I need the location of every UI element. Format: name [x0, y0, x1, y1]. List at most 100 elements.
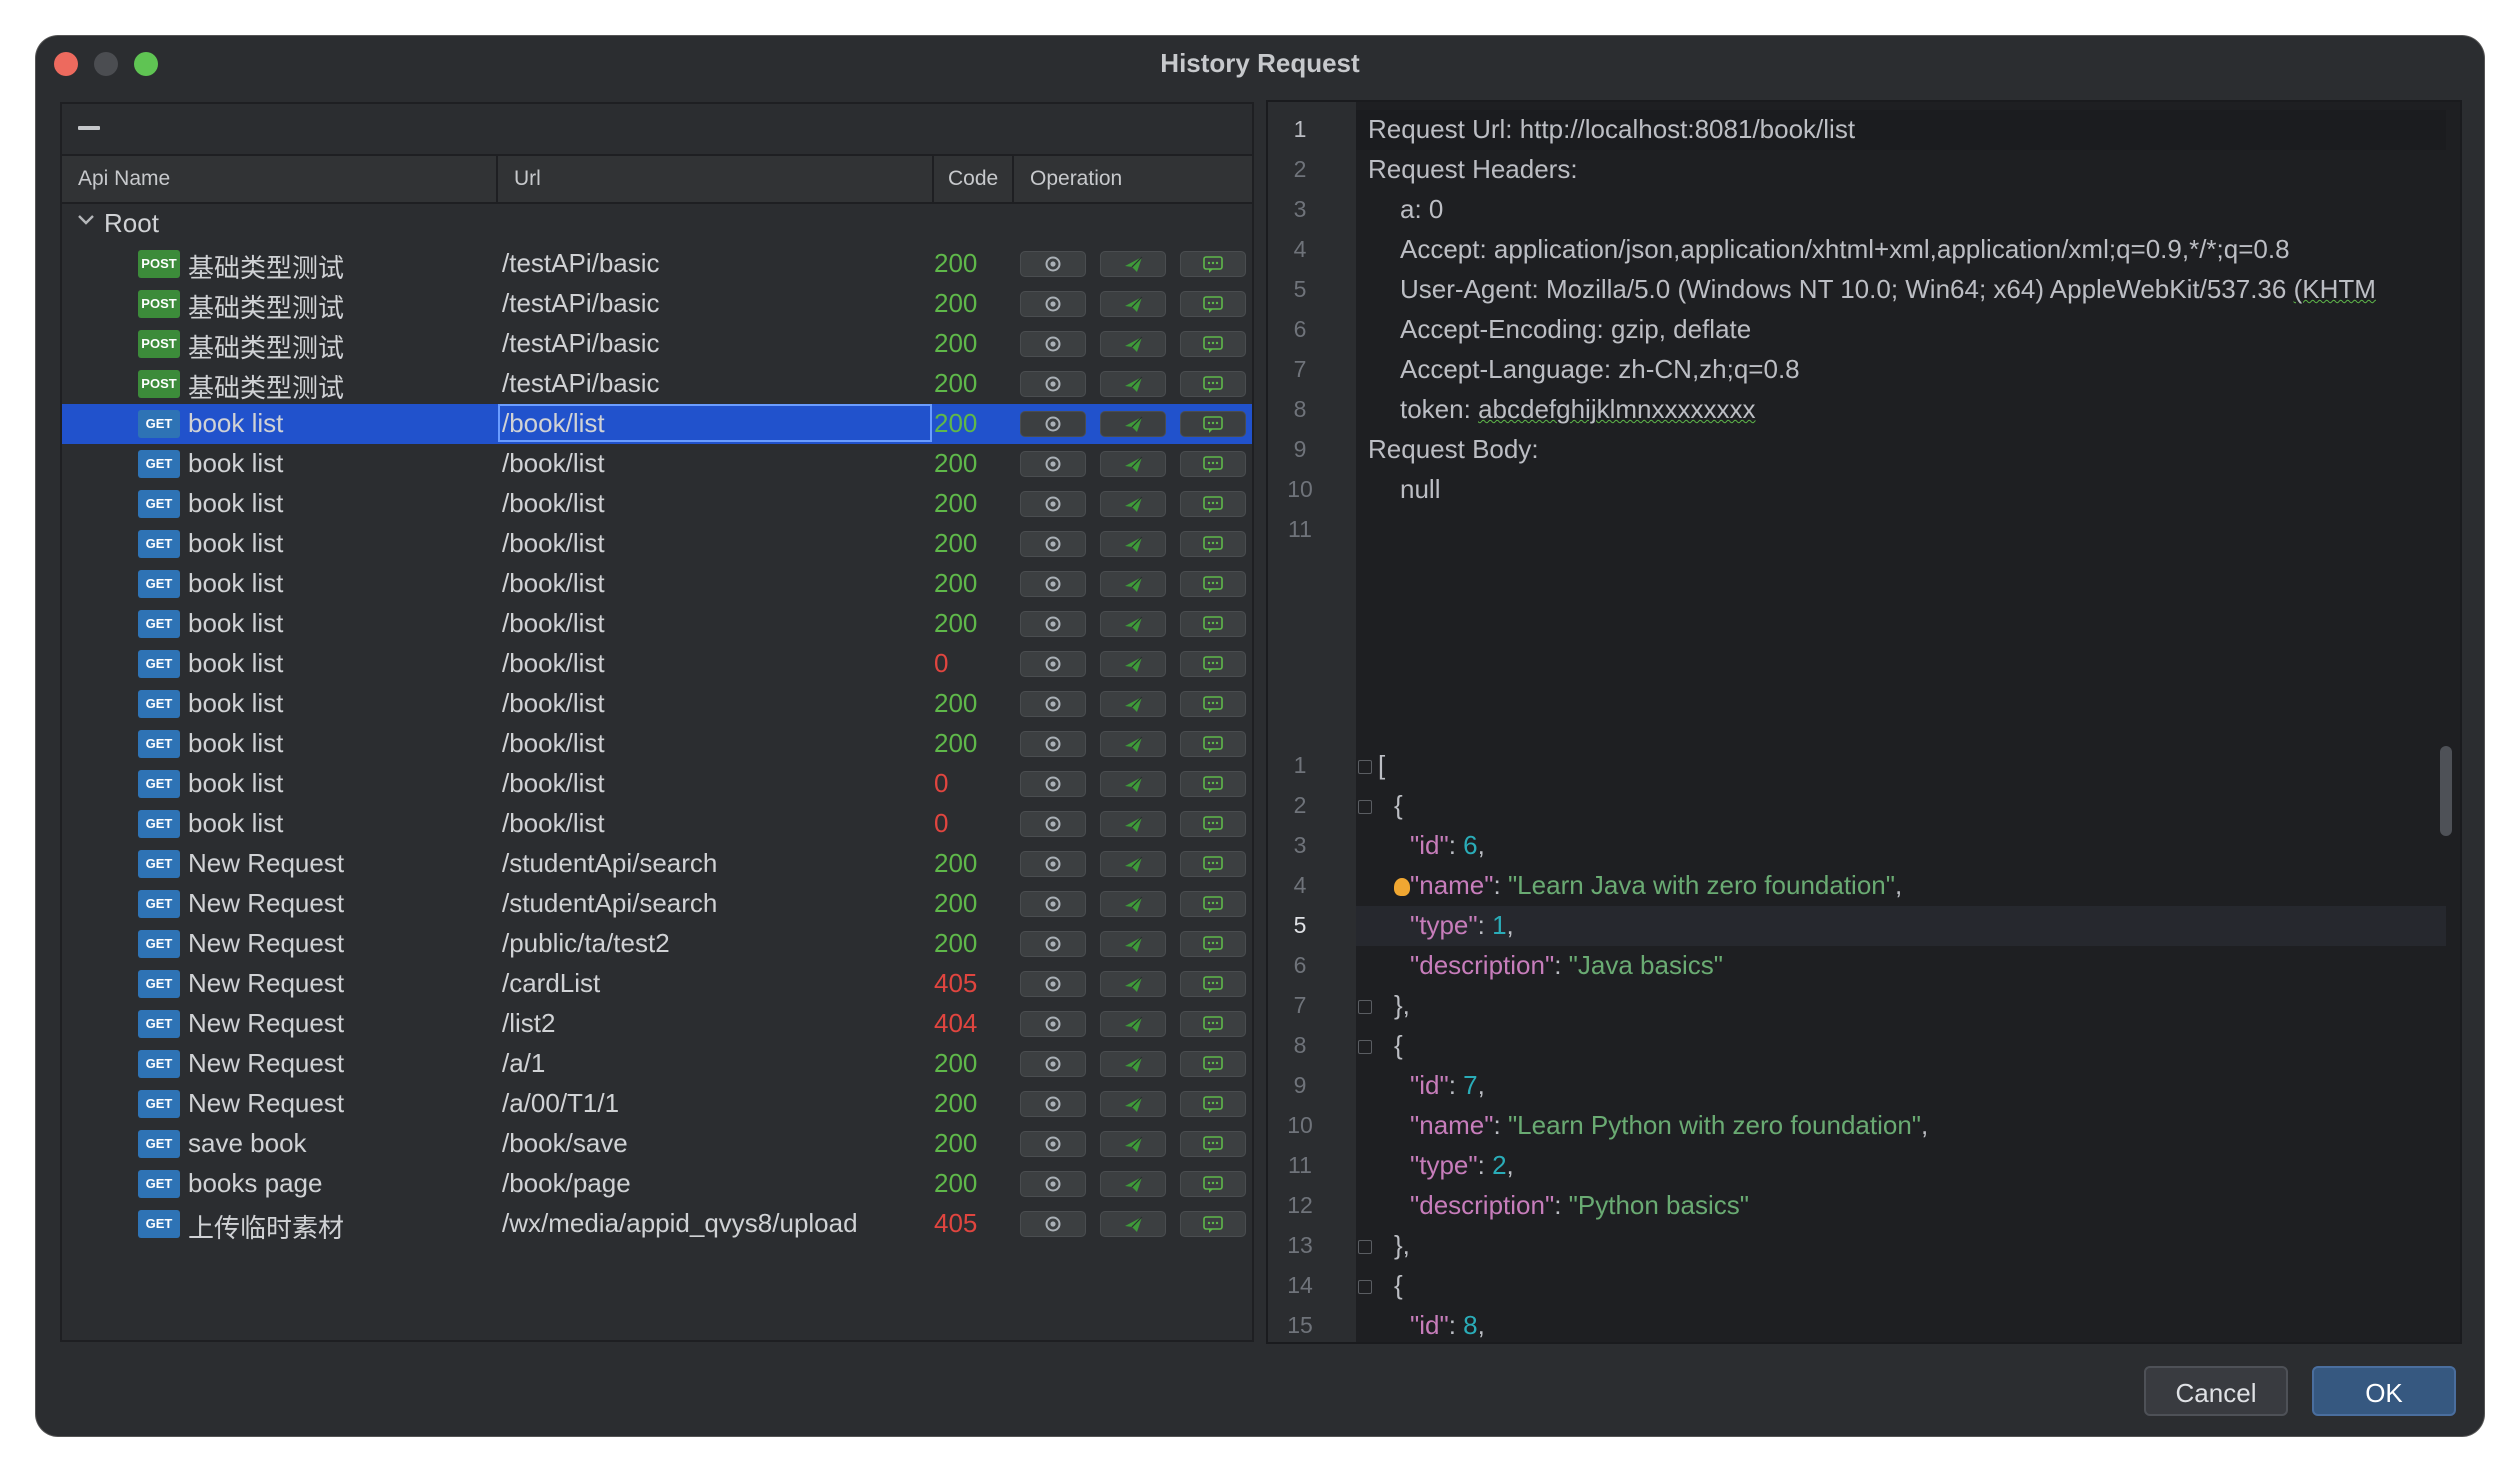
table-row[interactable]: GET book list/book/list 200 [62, 484, 1252, 524]
comment-button[interactable] [1180, 771, 1246, 797]
comment-button[interactable] [1180, 1171, 1246, 1197]
ok-button[interactable]: OK [2312, 1366, 2456, 1416]
response-body-editor[interactable]: 1 [2 {3 "id": 6, 4 "name": "Learn Java with z… [1266, 736, 2462, 1344]
table-row[interactable]: GET New Request/list2 404 [62, 1004, 1252, 1044]
view-button[interactable] [1020, 1211, 1086, 1237]
send-button[interactable] [1100, 531, 1166, 557]
header-operation[interactable]: Operation [1014, 156, 1254, 202]
table-row[interactable]: GET New Request/a/1 200 [62, 1044, 1252, 1084]
table-row[interactable]: GET book list/book/list 200 [62, 524, 1252, 564]
view-button[interactable] [1020, 931, 1086, 957]
view-button[interactable] [1020, 851, 1086, 877]
table-row[interactable]: GET book list/book/list 200 [62, 564, 1252, 604]
table-row[interactable]: GET book list/book/list 0 [62, 644, 1252, 684]
view-button[interactable] [1020, 691, 1086, 717]
send-button[interactable] [1100, 1211, 1166, 1237]
table-row[interactable]: POST 基础类型测试/testAPi/basic 200 [62, 284, 1252, 324]
send-button[interactable] [1100, 611, 1166, 637]
fold-marker-icon[interactable] [1358, 760, 1372, 774]
view-button[interactable] [1020, 411, 1086, 437]
comment-button[interactable] [1180, 411, 1246, 437]
table-row[interactable]: GET book list/book/list 0 [62, 804, 1252, 844]
table-row[interactable]: GET book list/book/list 200 [62, 444, 1252, 484]
view-button[interactable] [1020, 1051, 1086, 1077]
table-row[interactable]: GET New Request/a/00/T1/1 200 [62, 1084, 1252, 1124]
send-button[interactable] [1100, 331, 1166, 357]
view-button[interactable] [1020, 731, 1086, 757]
view-button[interactable] [1020, 531, 1086, 557]
send-button[interactable] [1100, 771, 1166, 797]
comment-button[interactable] [1180, 1131, 1246, 1157]
send-button[interactable] [1100, 971, 1166, 997]
comment-button[interactable] [1180, 571, 1246, 597]
send-button[interactable] [1100, 1051, 1166, 1077]
send-button[interactable] [1100, 251, 1166, 277]
comment-button[interactable] [1180, 1211, 1246, 1237]
send-button[interactable] [1100, 811, 1166, 837]
send-button[interactable] [1100, 491, 1166, 517]
send-button[interactable] [1100, 291, 1166, 317]
table-row[interactable]: POST 基础类型测试/testAPi/basic 200 [62, 324, 1252, 364]
table-row[interactable]: POST 基础类型测试/testAPi/basic 200 [62, 364, 1252, 404]
table-row[interactable]: GET New Request/cardList 405 [62, 964, 1252, 1004]
fold-marker-icon[interactable] [1358, 1040, 1372, 1054]
request-details-editor[interactable]: 1 Request Url: http://localhost:8081/book… [1266, 100, 2462, 754]
fold-marker-icon[interactable] [1358, 1240, 1372, 1254]
fold-marker-icon[interactable] [1358, 1280, 1372, 1294]
table-row[interactable]: GET 上传临时素材/wx/media/appid_qvys8/upload 405 [62, 1204, 1252, 1244]
header-api-name[interactable]: Api Name [62, 156, 498, 202]
view-button[interactable] [1020, 1091, 1086, 1117]
table-row[interactable]: GET book list/book/list 0 [62, 764, 1252, 804]
response-scrollbar[interactable] [2440, 746, 2452, 836]
send-button[interactable] [1100, 851, 1166, 877]
comment-button[interactable] [1180, 731, 1246, 757]
table-row[interactable]: GET New Request/studentApi/search 200 [62, 844, 1252, 884]
cancel-button[interactable]: Cancel [2144, 1366, 2288, 1416]
table-row[interactable]: GET New Request/studentApi/search 200 [62, 884, 1252, 924]
view-button[interactable] [1020, 891, 1086, 917]
comment-button[interactable] [1180, 931, 1246, 957]
comment-button[interactable] [1180, 531, 1246, 557]
chevron-down-icon[interactable] [72, 206, 100, 234]
send-button[interactable] [1100, 1131, 1166, 1157]
comment-button[interactable] [1180, 611, 1246, 637]
comment-button[interactable] [1180, 1051, 1246, 1077]
remove-icon[interactable] [78, 126, 100, 130]
view-button[interactable] [1020, 331, 1086, 357]
send-button[interactable] [1100, 691, 1166, 717]
comment-button[interactable] [1180, 1011, 1246, 1037]
comment-button[interactable] [1180, 371, 1246, 397]
table-row[interactable]: GET book list/book/list 200 [62, 404, 1252, 444]
view-button[interactable] [1020, 451, 1086, 477]
view-button[interactable] [1020, 1171, 1086, 1197]
send-button[interactable] [1100, 451, 1166, 477]
comment-button[interactable] [1180, 851, 1246, 877]
comment-button[interactable] [1180, 1091, 1246, 1117]
comment-button[interactable] [1180, 291, 1246, 317]
send-button[interactable] [1100, 411, 1166, 437]
view-button[interactable] [1020, 371, 1086, 397]
comment-button[interactable] [1180, 491, 1246, 517]
send-button[interactable] [1100, 371, 1166, 397]
view-button[interactable] [1020, 651, 1086, 677]
comment-button[interactable] [1180, 251, 1246, 277]
table-row[interactable]: POST 基础类型测试/testAPi/basic 200 [62, 244, 1252, 284]
table-row[interactable]: GET book list/book/list 200 [62, 604, 1252, 644]
tree-root[interactable]: Root [62, 204, 1252, 244]
lightbulb-icon[interactable] [1394, 878, 1410, 896]
send-button[interactable] [1100, 571, 1166, 597]
table-row[interactable]: GET books page/book/page 200 [62, 1164, 1252, 1204]
send-button[interactable] [1100, 891, 1166, 917]
table-row[interactable]: GET New Request/public/ta/test2 200 [62, 924, 1252, 964]
comment-button[interactable] [1180, 971, 1246, 997]
table-row[interactable]: GET book list/book/list 200 [62, 724, 1252, 764]
comment-button[interactable] [1180, 891, 1246, 917]
view-button[interactable] [1020, 611, 1086, 637]
fold-marker-icon[interactable] [1358, 1000, 1372, 1014]
view-button[interactable] [1020, 1131, 1086, 1157]
comment-button[interactable] [1180, 811, 1246, 837]
comment-button[interactable] [1180, 451, 1246, 477]
view-button[interactable] [1020, 811, 1086, 837]
comment-button[interactable] [1180, 691, 1246, 717]
header-code[interactable]: Code [934, 156, 1014, 202]
